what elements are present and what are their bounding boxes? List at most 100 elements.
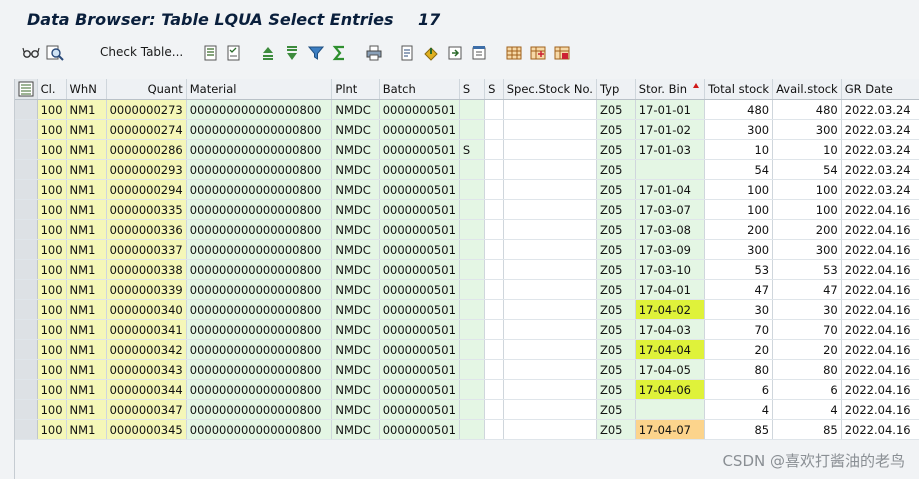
column-header[interactable]: Cl.: [37, 79, 67, 100]
table-cell[interactable]: 80: [704, 359, 774, 380]
table-cell[interactable]: [484, 179, 504, 200]
table-cell[interactable]: 54: [772, 159, 842, 180]
choose-layout-icon[interactable]: [529, 44, 547, 62]
table-cell[interactable]: 2022.03.24: [841, 99, 919, 120]
table-cell[interactable]: 0000000339: [106, 279, 187, 300]
table-cell[interactable]: [484, 139, 504, 160]
table-cell[interactable]: NMDC: [331, 139, 380, 160]
table-cell[interactable]: 000000000000000800: [186, 99, 333, 120]
table-cell[interactable]: 000000000000000800: [186, 379, 333, 400]
table-cell[interactable]: 0000000501: [379, 139, 460, 160]
table-cell[interactable]: 17-04-03: [635, 319, 706, 340]
table-cell[interactable]: NMDC: [331, 339, 380, 360]
table-cell[interactable]: NMDC: [331, 419, 380, 440]
row-selector[interactable]: [15, 419, 38, 440]
table-cell[interactable]: 0000000286: [106, 139, 187, 160]
table-cell[interactable]: 100: [772, 199, 842, 220]
table-cell[interactable]: Z05: [596, 279, 636, 300]
table-cell[interactable]: 0000000335: [106, 199, 187, 220]
table-cell[interactable]: 17-04-06: [635, 379, 706, 400]
table-cell[interactable]: 6: [704, 379, 774, 400]
row-selector[interactable]: [15, 339, 38, 360]
table-cell[interactable]: NMDC: [331, 279, 380, 300]
table-cell[interactable]: [635, 159, 706, 180]
table-cell[interactable]: NM1: [66, 219, 107, 240]
table-cell[interactable]: [503, 319, 597, 340]
table-cell[interactable]: 47: [704, 279, 774, 300]
column-header[interactable]: GR Date: [841, 79, 919, 100]
export-icon[interactable]: [398, 44, 416, 62]
table-cell[interactable]: 000000000000000800: [186, 239, 333, 260]
column-header[interactable]: S: [459, 79, 486, 100]
table-cell[interactable]: NM1: [66, 419, 107, 440]
table-cell[interactable]: [503, 219, 597, 240]
table-cell[interactable]: [459, 299, 486, 320]
table-cell[interactable]: 17-04-02: [635, 299, 706, 320]
sort-ascending-icon[interactable]: [259, 44, 277, 62]
table-cell[interactable]: [484, 379, 504, 400]
table-cell[interactable]: 300: [704, 239, 774, 260]
table-cell[interactable]: 2022.03.24: [841, 139, 919, 160]
table-cell[interactable]: Z05: [596, 159, 636, 180]
table-cell[interactable]: 17-01-02: [635, 119, 706, 140]
table-cell[interactable]: 0000000501: [379, 419, 460, 440]
row-selector[interactable]: [15, 259, 38, 280]
table-row[interactable]: 100 NM1 0000000335 000000000000000800 NMDC 00…: [15, 199, 919, 220]
table-row[interactable]: 100 NM1 0000000274 000000000000000800 NMDC 00…: [15, 119, 919, 140]
table-cell[interactable]: 17-03-07: [635, 199, 706, 220]
table-cell[interactable]: [484, 199, 504, 220]
table-cell[interactable]: NM1: [66, 319, 107, 340]
table-cell[interactable]: 2022.04.16: [841, 359, 919, 380]
table-cell[interactable]: 2022.04.16: [841, 379, 919, 400]
table-cell[interactable]: [459, 159, 486, 180]
table-cell[interactable]: 17-01-03: [635, 139, 706, 160]
table-cell[interactable]: [484, 99, 504, 120]
table-cell[interactable]: 17-04-07: [635, 419, 706, 440]
table-cell[interactable]: 100: [772, 179, 842, 200]
table-cell[interactable]: 300: [772, 119, 842, 140]
table-row[interactable]: 100 NM1 0000000337 000000000000000800 NMDC 00…: [15, 239, 919, 260]
table-row[interactable]: 100 NM1 0000000344 000000000000000800 NMDC 00…: [15, 379, 919, 400]
table-row[interactable]: 100 NM1 0000000342 000000000000000800 NMDC 00…: [15, 339, 919, 360]
table-cell[interactable]: 20: [772, 339, 842, 360]
table-cell[interactable]: [459, 419, 486, 440]
table-cell[interactable]: 300: [704, 119, 774, 140]
details-icon[interactable]: [202, 44, 220, 62]
table-cell[interactable]: Z05: [596, 179, 636, 200]
table-cell[interactable]: 17-04-04: [635, 339, 706, 360]
table-cell[interactable]: 000000000000000800: [186, 219, 333, 240]
column-header[interactable]: Batch: [379, 79, 460, 100]
table-cell[interactable]: [503, 119, 597, 140]
filter-icon[interactable]: [307, 44, 325, 62]
table-row[interactable]: 100 NM1 0000000294 000000000000000800 NMDC 00…: [15, 179, 919, 200]
row-selector[interactable]: [15, 99, 38, 120]
table-cell[interactable]: 2022.04.16: [841, 259, 919, 280]
table-cell[interactable]: 0000000501: [379, 239, 460, 260]
table-cell[interactable]: Z05: [596, 219, 636, 240]
table-cell[interactable]: [503, 299, 597, 320]
table-cell[interactable]: NM1: [66, 239, 107, 260]
table-cell[interactable]: Z05: [596, 339, 636, 360]
table-cell[interactable]: 000000000000000800: [186, 179, 333, 200]
table-cell[interactable]: 17-03-10: [635, 259, 706, 280]
table-cell[interactable]: [484, 279, 504, 300]
table-cell[interactable]: [459, 179, 486, 200]
glasses-icon[interactable]: [22, 44, 40, 62]
table-cell[interactable]: NM1: [66, 399, 107, 420]
table-cell[interactable]: 0000000501: [379, 259, 460, 280]
table-cell[interactable]: 2022.03.24: [841, 179, 919, 200]
table-cell[interactable]: Z05: [596, 399, 636, 420]
table-cell[interactable]: [503, 279, 597, 300]
table-cell[interactable]: [503, 159, 597, 180]
table-cell[interactable]: 0000000501: [379, 399, 460, 420]
table-cell[interactable]: 0000000344: [106, 379, 187, 400]
table-cell[interactable]: [503, 339, 597, 360]
column-header[interactable]: Avail.stock: [772, 79, 842, 100]
table-cell[interactable]: NM1: [66, 119, 107, 140]
table-cell[interactable]: NMDC: [331, 259, 380, 280]
table-cell[interactable]: 000000000000000800: [186, 199, 333, 220]
table-cell[interactable]: 0000000293: [106, 159, 187, 180]
table-cell[interactable]: NMDC: [331, 299, 380, 320]
table-cell[interactable]: 0000000501: [379, 159, 460, 180]
column-header[interactable]: Stor. Bin: [635, 79, 706, 100]
